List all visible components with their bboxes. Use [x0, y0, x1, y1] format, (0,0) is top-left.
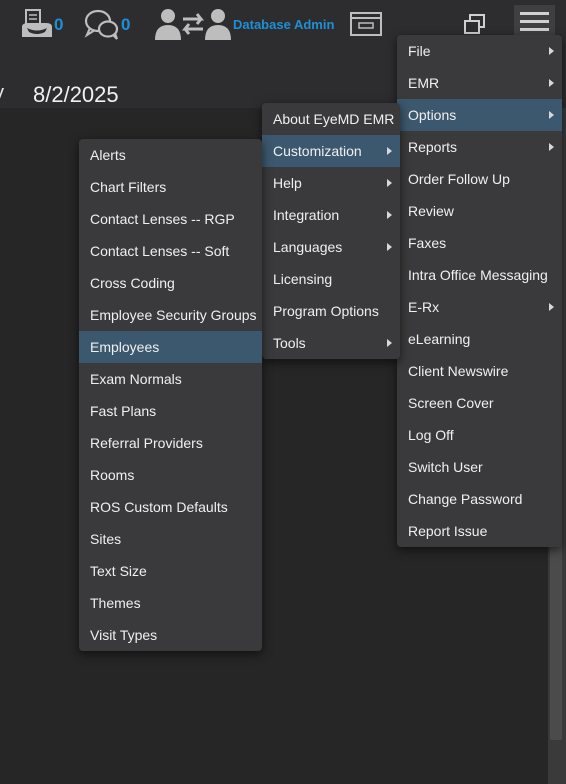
menu-item-alerts[interactable]: Alerts — [79, 139, 262, 171]
fax-count-badge: 0 — [54, 15, 64, 34]
menu-item-tools[interactable]: Tools — [262, 327, 400, 359]
chevron-right-icon — [549, 143, 554, 151]
menu-item-fast-plans[interactable]: Fast Plans — [79, 395, 262, 427]
chevron-right-icon — [387, 147, 392, 155]
menu-item-change-password[interactable]: Change Password — [397, 483, 562, 515]
menu-item-faxes[interactable]: Faxes — [397, 227, 562, 259]
menu-item-customization[interactable]: Customization — [262, 135, 400, 167]
menu-item-contact-lenses-soft[interactable]: Contact Lenses -- Soft — [79, 235, 262, 267]
main-menu: File EMR Options Reports Order Follow Up… — [397, 35, 562, 547]
menu-item-switch-user[interactable]: Switch User — [397, 451, 562, 483]
message-count-badge: 0 — [121, 15, 131, 34]
date-prefix-fragment: y — [0, 82, 4, 105]
menu-item-cross-coding[interactable]: Cross Coding — [79, 267, 262, 299]
fax-icon[interactable] — [20, 9, 54, 39]
menu-item-help[interactable]: Help — [262, 167, 400, 199]
chevron-right-icon — [549, 47, 554, 55]
menu-item-about[interactable]: About EyeMD EMR — [262, 103, 400, 135]
menu-item-employees[interactable]: Employees — [79, 331, 262, 363]
menu-item-themes[interactable]: Themes — [79, 587, 262, 619]
menu-item-visit-types[interactable]: Visit Types — [79, 619, 262, 651]
menu-item-employee-security-groups[interactable]: Employee Security Groups — [79, 299, 262, 331]
menu-item-log-off[interactable]: Log Off — [397, 419, 562, 451]
minimize-icon[interactable] — [419, 30, 433, 42]
menu-item-reports[interactable]: Reports — [397, 131, 562, 163]
chevron-right-icon — [549, 79, 554, 87]
options-submenu: About EyeMD EMR Customization Help Integ… — [262, 103, 400, 359]
restore-icon[interactable] — [464, 14, 486, 36]
menu-item-intra-office-messaging[interactable]: Intra Office Messaging — [397, 259, 562, 291]
chevron-right-icon — [387, 211, 392, 219]
menu-item-referral-providers[interactable]: Referral Providers — [79, 427, 262, 459]
hamburger-menu-icon[interactable] — [514, 5, 555, 38]
menu-item-sites[interactable]: Sites — [79, 523, 262, 555]
customization-submenu: Alerts Chart Filters Contact Lenses -- R… — [79, 139, 262, 651]
menu-item-report-issue[interactable]: Report Issue — [397, 515, 562, 547]
screen-cover-icon[interactable] — [350, 12, 382, 36]
menu-item-emr[interactable]: EMR — [397, 67, 562, 99]
menu-item-rooms[interactable]: Rooms — [79, 459, 262, 491]
menu-item-order-follow-up[interactable]: Order Follow Up — [397, 163, 562, 195]
menu-item-options[interactable]: Options — [397, 99, 562, 131]
chevron-right-icon — [387, 243, 392, 251]
menu-item-review[interactable]: Review — [397, 195, 562, 227]
menu-item-program-options[interactable]: Program Options — [262, 295, 400, 327]
scrollbar-thumb[interactable] — [550, 540, 562, 740]
menu-item-chart-filters[interactable]: Chart Filters — [79, 171, 262, 203]
menu-item-contact-lenses-rgp[interactable]: Contact Lenses -- RGP — [79, 203, 262, 235]
menu-item-text-size[interactable]: Text Size — [79, 555, 262, 587]
chat-bubbles-icon[interactable] — [84, 8, 122, 40]
chevron-right-icon — [387, 339, 392, 347]
menu-item-exam-normals[interactable]: Exam Normals — [79, 363, 262, 395]
menu-item-integration[interactable]: Integration — [262, 199, 400, 231]
menu-item-screen-cover[interactable]: Screen Cover — [397, 387, 562, 419]
menu-item-licensing[interactable]: Licensing — [262, 263, 400, 295]
menu-item-languages[interactable]: Languages — [262, 231, 400, 263]
menu-item-ros-custom-defaults[interactable]: ROS Custom Defaults — [79, 491, 262, 523]
current-date: 8/2/2025 — [33, 82, 119, 107]
menu-item-elearning[interactable]: eLearning — [397, 323, 562, 355]
chevron-right-icon — [387, 179, 392, 187]
chevron-right-icon — [549, 111, 554, 119]
current-user-label[interactable]: Database Admin — [233, 17, 334, 32]
switch-user-icon[interactable] — [155, 7, 231, 41]
menu-item-client-newswire[interactable]: Client Newswire — [397, 355, 562, 387]
chevron-right-icon — [549, 303, 554, 311]
menu-item-e-rx[interactable]: E-Rx — [397, 291, 562, 323]
menu-item-file[interactable]: File — [397, 35, 562, 67]
